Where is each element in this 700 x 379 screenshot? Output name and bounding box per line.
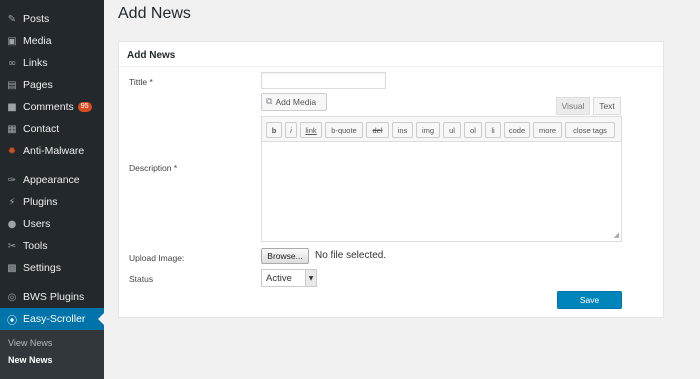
sidebar-item-label: Posts bbox=[23, 13, 50, 25]
comments-icon: ■ bbox=[7, 101, 17, 113]
add-news-panel: Add News Tittle * ⧉ Add Media Visual Tex… bbox=[118, 41, 664, 318]
qt-code-button[interactable]: code bbox=[504, 122, 530, 138]
sidebar-item-label: BWS Plugins bbox=[23, 291, 85, 303]
add-media-icon: ⧉ bbox=[266, 97, 273, 107]
status-label: Status bbox=[129, 274, 154, 284]
easy-scroller-submenu: View News New News bbox=[0, 330, 104, 379]
chevron-down-icon[interactable]: ▼ bbox=[305, 270, 316, 286]
users-icon: ● bbox=[7, 218, 17, 230]
link-icon: ∞ bbox=[7, 57, 17, 69]
tools-icon: ✂ bbox=[7, 240, 17, 252]
submenu-item-view-news[interactable]: View News bbox=[8, 338, 52, 348]
sidebar-item-label: Anti-Malware bbox=[23, 145, 85, 157]
sidebar-item-label: Tools bbox=[23, 240, 48, 252]
anti-malware-icon: ✹ bbox=[7, 145, 17, 157]
qt-li-button[interactable]: li bbox=[485, 122, 501, 138]
sidebar-item-settings[interactable]: ▩ Settings bbox=[0, 257, 104, 279]
resize-handle-icon[interactable]: ◢ bbox=[614, 231, 619, 239]
sidebar-item-label: Appearance bbox=[23, 174, 80, 186]
qt-ol-button[interactable]: ol bbox=[464, 122, 482, 138]
qt-img-button[interactable]: img bbox=[416, 122, 440, 138]
bws-plugins-icon: ◎ bbox=[7, 291, 17, 303]
sidebar-item-pages[interactable]: ▤ Pages bbox=[0, 74, 104, 96]
media-icon: ▣ bbox=[7, 35, 17, 47]
comments-count-badge: 95 bbox=[77, 102, 92, 112]
qt-more-button[interactable]: more bbox=[533, 122, 562, 138]
sidebar-item-tools[interactable]: ✂ Tools bbox=[0, 235, 104, 257]
sidebar-item-label: Media bbox=[23, 35, 52, 47]
easy-scroller-icon: ⦿ bbox=[7, 315, 17, 327]
sidebar-item-label: Settings bbox=[23, 262, 61, 274]
contact-icon: ▦ bbox=[7, 123, 17, 135]
status-select[interactable]: Active ▼ bbox=[261, 269, 317, 287]
sidebar-item-label: Users bbox=[23, 218, 51, 230]
description-label: Description * bbox=[129, 163, 178, 173]
title-label: Tittle * bbox=[129, 77, 153, 87]
panel-title: Add News bbox=[127, 50, 176, 61]
sidebar-item-appearance[interactable]: ✑ Appearance bbox=[0, 169, 104, 191]
qt-del-button[interactable]: del bbox=[366, 122, 389, 138]
description-editor[interactable]: b i link b-quote del ins img ul ol li co… bbox=[261, 116, 622, 242]
sidebar-item-label: Links bbox=[23, 57, 48, 69]
qt-ins-button[interactable]: ins bbox=[392, 122, 413, 138]
sidebar-item-label: Easy-Scroller bbox=[23, 313, 86, 325]
active-menu-arrow bbox=[98, 313, 104, 325]
plugins-icon: ⚡ bbox=[8, 196, 16, 208]
sidebar-item-label: Pages bbox=[23, 79, 53, 91]
sidebar-item-comments[interactable]: ■ Comments 95 bbox=[0, 96, 104, 118]
sidebar-item-easy-scroller[interactable]: ⦿ Easy-Scroller bbox=[0, 308, 104, 330]
submenu-item-new-news[interactable]: New News bbox=[8, 355, 53, 365]
add-media-label: Add Media bbox=[275, 97, 317, 107]
qt-close-tags-button[interactable]: close tags bbox=[565, 122, 615, 138]
qt-bquote-button[interactable]: b-quote bbox=[325, 122, 363, 138]
sidebar-item-bws-plugins[interactable]: ◎ BWS Plugins bbox=[0, 286, 104, 308]
sidebar-item-users[interactable]: ● Users bbox=[0, 213, 104, 235]
settings-icon: ▩ bbox=[7, 262, 17, 274]
divider bbox=[119, 66, 663, 67]
sidebar-item-label: Comments bbox=[23, 101, 74, 113]
tab-text[interactable]: Text bbox=[593, 97, 621, 115]
add-media-button[interactable]: ⧉ Add Media bbox=[261, 93, 327, 111]
pages-icon: ▤ bbox=[7, 79, 17, 91]
upload-image-label: Upload Image: bbox=[129, 253, 185, 263]
sidebar-item-plugins[interactable]: ⚡ Plugins bbox=[0, 191, 104, 213]
title-input[interactable] bbox=[261, 72, 386, 89]
sidebar-item-anti-malware[interactable]: ✹ Anti-Malware bbox=[0, 140, 104, 162]
file-status-text: No file selected. bbox=[315, 250, 387, 261]
pushpin-icon: ✎ bbox=[7, 13, 17, 25]
qt-bold-button[interactable]: b bbox=[266, 122, 282, 138]
tab-visual[interactable]: Visual bbox=[556, 97, 590, 115]
sidebar-item-label: Plugins bbox=[23, 196, 58, 208]
save-button[interactable]: Save bbox=[557, 291, 622, 309]
appearance-icon: ✑ bbox=[7, 174, 17, 186]
sidebar-item-posts[interactable]: ✎ Posts bbox=[0, 8, 104, 30]
page-title: Add News bbox=[118, 5, 191, 22]
qt-ul-button[interactable]: ul bbox=[443, 122, 461, 138]
status-selected-value: Active bbox=[266, 272, 292, 284]
admin-sidebar: ✎ Posts ▣ Media ∞ Links ▤ Pages ■ Commen… bbox=[0, 0, 104, 379]
sidebar-item-media[interactable]: ▣ Media bbox=[0, 30, 104, 52]
qt-link-button[interactable]: link bbox=[300, 122, 322, 138]
quicktags-toolbar: b i link b-quote del ins img ul ol li co… bbox=[262, 117, 621, 142]
qt-italic-button[interactable]: i bbox=[285, 122, 297, 138]
browse-button[interactable]: Browse... bbox=[261, 248, 309, 264]
sidebar-item-links[interactable]: ∞ Links bbox=[0, 52, 104, 74]
sidebar-item-label: Contact bbox=[23, 123, 60, 135]
sidebar-item-contact[interactable]: ▦ Contact bbox=[0, 118, 104, 140]
